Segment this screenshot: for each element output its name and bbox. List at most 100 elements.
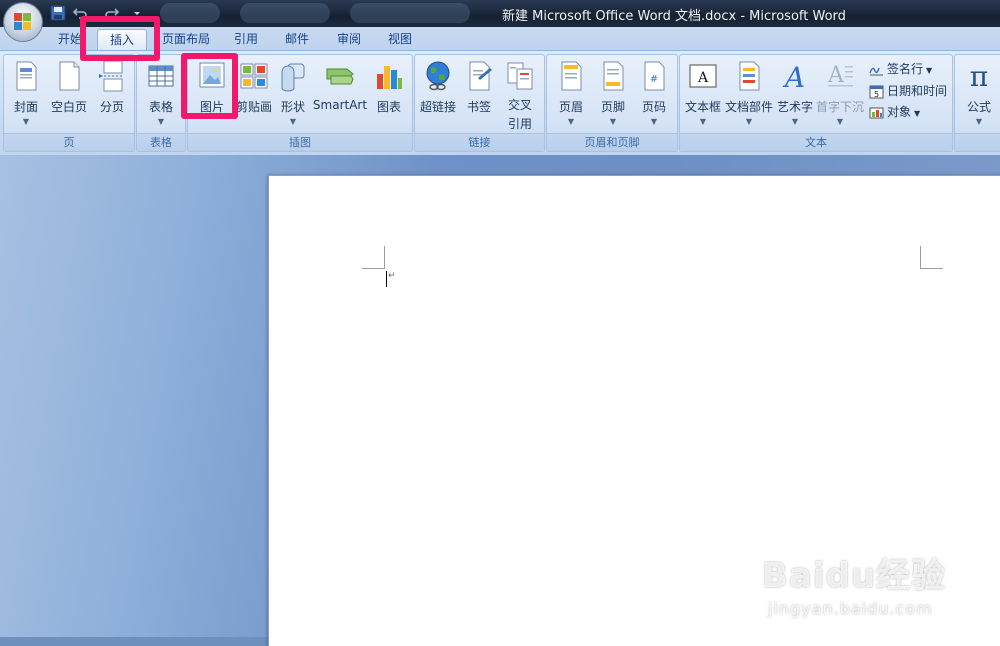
clip-art-icon xyxy=(240,63,268,89)
tab-references[interactable]: 引用 xyxy=(228,29,264,50)
shapes-button[interactable]: 形状 ▼ xyxy=(276,57,310,126)
wordart-icon: A xyxy=(782,61,805,92)
table-button[interactable]: 表格 ▼ xyxy=(141,57,181,126)
pi-icon: π xyxy=(970,60,988,92)
undo-icon[interactable] xyxy=(72,5,88,21)
chart-button[interactable]: 图表 xyxy=(370,57,408,115)
object-icon xyxy=(869,107,884,119)
text-box-label: 文本框 xyxy=(684,100,721,114)
window-title: 新建 Microsoft Office Word 文档.docx - Micro… xyxy=(502,9,846,24)
tab-home[interactable]: 开始 xyxy=(52,29,88,50)
title-bar-glass xyxy=(160,3,220,23)
dropdown-arrow-icon: ▼ xyxy=(609,117,617,126)
quick-parts-button[interactable]: 文档部件 ▼ xyxy=(725,57,773,126)
object-button[interactable]: 对象 ▼ xyxy=(869,102,920,122)
group-symbols-label xyxy=(955,133,1000,151)
dropdown-arrow-icon: ▼ xyxy=(914,109,921,118)
cover-page-button[interactable]: 封面 ▼ xyxy=(6,57,46,126)
drop-cap-label: 首字下沉 xyxy=(815,100,864,114)
page-number-label: 页码 xyxy=(641,100,666,114)
tab-review[interactable]: 审阅 xyxy=(331,29,367,50)
dropdown-arrow-icon: ▼ xyxy=(157,117,165,126)
cover-page-icon xyxy=(16,61,37,91)
shapes-icon xyxy=(281,63,305,92)
table-icon xyxy=(148,65,174,87)
picture-button[interactable]: 图片 xyxy=(192,57,232,115)
crop-mark-top-left xyxy=(362,246,385,269)
date-time-button[interactable]: 5 日期和时间 xyxy=(869,81,947,101)
hyperlink-globe-icon xyxy=(426,61,450,91)
ribbon-tab-strip: 开始 插入 页面布局 引用 邮件 审阅 视图 xyxy=(0,27,1000,51)
redo-icon[interactable] xyxy=(104,5,120,21)
office-button[interactable] xyxy=(4,3,42,41)
header-icon xyxy=(561,61,582,91)
page-break-button[interactable]: 分页 xyxy=(92,57,132,115)
dropdown-arrow-icon: ▼ xyxy=(745,117,753,126)
watermark: Baidu经验 jingyan.baidu.com xyxy=(762,548,946,618)
bookmark-button[interactable]: 书签 xyxy=(461,57,497,115)
cross-reference-label-line1: 交叉 xyxy=(507,98,532,112)
drop-cap-button[interactable]: A 首字下沉 ▼ xyxy=(815,57,865,126)
tab-page-layout[interactable]: 页面布局 xyxy=(155,29,217,50)
text-box-button[interactable]: A 文本框 ▼ xyxy=(682,57,724,126)
blank-page-button[interactable]: 空白页 xyxy=(48,57,90,115)
svg-text:A: A xyxy=(782,61,805,92)
tab-mailings[interactable]: 邮件 xyxy=(279,29,315,50)
tab-view[interactable]: 视图 xyxy=(382,29,418,50)
footer-icon xyxy=(603,61,624,91)
blank-page-label: 空白页 xyxy=(50,100,87,114)
cross-reference-label-line2: 引用 xyxy=(507,117,532,131)
save-icon[interactable] xyxy=(50,5,66,21)
cross-reference-icon xyxy=(507,62,533,90)
footer-label: 页脚 xyxy=(600,100,625,114)
group-pages: 封面 ▼ 空白页 分页 页 xyxy=(3,54,135,152)
clip-art-label: 剪贴画 xyxy=(235,100,272,114)
dropdown-arrow-icon: ▼ xyxy=(289,117,297,126)
text-cursor xyxy=(386,271,387,287)
dropdown-arrow-icon: ▼ xyxy=(926,66,933,75)
page-number-button[interactable]: # 页码 ▼ xyxy=(635,57,673,126)
dropdown-arrow-icon: ▼ xyxy=(791,117,799,126)
calendar-icon: 5 xyxy=(869,85,884,99)
picture-icon xyxy=(199,62,225,88)
group-links: 超链接 书签 交叉 引用 链接 xyxy=(414,54,545,152)
dropdown-arrow-icon: ▼ xyxy=(836,117,844,126)
title-bar-glass xyxy=(350,3,470,23)
text-box-icon: A xyxy=(689,64,717,88)
cross-reference-button[interactable]: 交叉 引用 xyxy=(501,57,539,132)
title-bar: 新建 Microsoft Office Word 文档.docx - Micro… xyxy=(0,0,1000,27)
signature-line-icon xyxy=(869,67,883,76)
equation-button[interactable]: π 公式 ▼ xyxy=(959,57,999,126)
group-illustrations: 图片 剪贴画 形状 ▼ SmartArt 图表 插图 xyxy=(187,54,413,152)
object-label: 对象 xyxy=(887,105,912,119)
customize-qat-icon[interactable] xyxy=(132,5,142,21)
group-header-footer: 页眉 ▼ 页脚 ▼ # 页码 ▼ 页眉和页脚 xyxy=(546,54,678,152)
svg-text:A: A xyxy=(827,63,845,88)
signature-line-button[interactable]: 签名行 ▼ xyxy=(869,59,932,79)
bookmark-label: 书签 xyxy=(466,100,491,114)
dropdown-arrow-icon: ▼ xyxy=(975,117,983,126)
footer-button[interactable]: 页脚 ▼ xyxy=(593,57,633,126)
header-button[interactable]: 页眉 ▼ xyxy=(551,57,591,126)
hyperlink-label: 超链接 xyxy=(419,100,456,114)
hyperlink-button[interactable]: 超链接 xyxy=(417,57,459,115)
wordart-button[interactable]: A 艺术字 ▼ xyxy=(775,57,815,126)
office-logo-icon xyxy=(14,13,32,31)
cover-page-label: 封面 xyxy=(13,100,38,114)
crop-mark-top-right xyxy=(920,246,943,269)
header-label: 页眉 xyxy=(558,100,583,114)
blank-page-icon xyxy=(59,61,80,91)
quick-parts-icon xyxy=(739,61,760,91)
tab-insert[interactable]: 插入 xyxy=(97,29,147,51)
watermark-url: jingyan.baidu.com xyxy=(768,599,933,618)
smartart-button[interactable]: SmartArt xyxy=(312,57,368,112)
date-time-label: 日期和时间 xyxy=(887,84,948,98)
dropdown-arrow-icon: ▼ xyxy=(699,117,707,126)
signature-line-label: 签名行 xyxy=(887,62,924,76)
dropdown-arrow-icon: ▼ xyxy=(567,117,575,126)
clip-art-button[interactable]: 剪贴画 xyxy=(233,57,275,115)
group-illustrations-label: 插图 xyxy=(188,133,412,151)
chart-label: 图表 xyxy=(376,100,401,114)
quick-parts-label: 文档部件 xyxy=(725,100,774,114)
group-links-label: 链接 xyxy=(415,133,544,151)
